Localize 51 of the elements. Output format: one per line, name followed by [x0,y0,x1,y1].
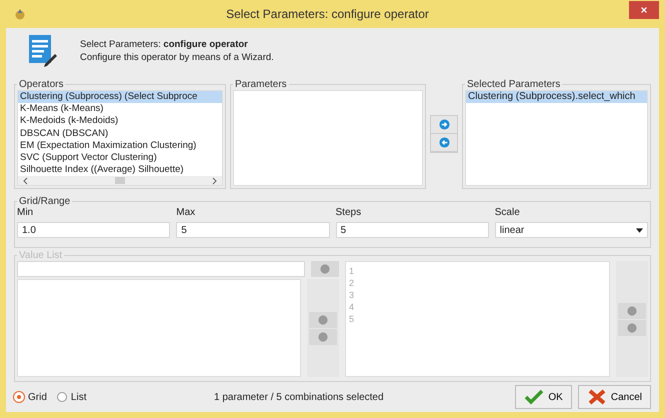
radio-button[interactable]: Grid [14,392,47,402]
remove-parameter-button[interactable] [431,134,457,152]
list-item[interactable]: Clustering (Subprocess).select_which [466,91,647,104]
group-label: Selected Parameters [466,79,562,90]
list-item[interactable]: Clustering (Subprocess) (Select Subproce [18,91,222,104]
scrollbar-thumb[interactable] [115,177,125,184]
list-item[interactable]: K-Means (k-Means) [18,103,222,116]
circle-icon [627,306,637,316]
group-label: Grid/Range [18,196,72,207]
input-field[interactable]: 5 [336,222,489,238]
add-parameter-button[interactable] [431,116,457,134]
field-label: Steps [336,207,362,218]
circle-icon [627,322,637,332]
field-label: Scale [494,207,521,218]
right-arrow-icon [438,119,450,130]
left-arrow-icon [438,137,450,148]
input-field[interactable]: 5 [176,222,330,238]
parameters-list[interactable] [233,90,423,186]
app-icon [14,8,26,20]
header-description: Configure this operator by means of a Wizard. [80,52,274,63]
horizontal-scrollbar[interactable] [18,176,222,185]
header-title: Select Parameters: configure operator [80,39,249,50]
cancel-button[interactable]: Cancel [578,385,651,409]
document-edit-icon [28,34,58,68]
group-label: Parameters [234,79,288,90]
circle-icon [318,314,328,324]
close-icon [640,6,648,14]
operators-list[interactable] [17,90,223,186]
ok-button[interactable]: OK [515,385,572,409]
close-button[interactable] [629,1,659,19]
checkmark-icon [524,389,544,405]
x-mark-icon [586,389,607,405]
scroll-right-icon[interactable] [210,176,218,185]
scroll-left-icon[interactable] [22,176,30,185]
scale-dropdown[interactable]: linear [494,222,648,238]
radio-button[interactable]: List [56,392,86,402]
dropdown-caret-icon [636,228,643,232]
window-title: Select Parameters: configure operator [225,7,430,21]
status-text: 1 parameter / 5 combinations selected [214,392,385,402]
field-label: Min [17,207,34,218]
selected-parameters-list[interactable]: Clustering (Subprocess).select_which [465,90,648,186]
list-item[interactable]: DBSCAN (DBSCAN) [18,128,222,140]
list-item[interactable]: Silhouette Index ((Average) Silhouette) [18,164,222,176]
list-item[interactable]: EM (Expectation Maximization Clustering) [18,140,222,152]
circle-icon [320,264,330,274]
list-item[interactable]: SVC (Support Vector Clustering) [18,152,222,164]
circle-icon [318,332,328,342]
field-label: Max [176,207,196,218]
group-label: Operators [18,79,64,90]
input-field[interactable]: 1.0 [17,222,170,238]
list-item[interactable]: K-Medoids (k-Medoids) [18,115,222,128]
